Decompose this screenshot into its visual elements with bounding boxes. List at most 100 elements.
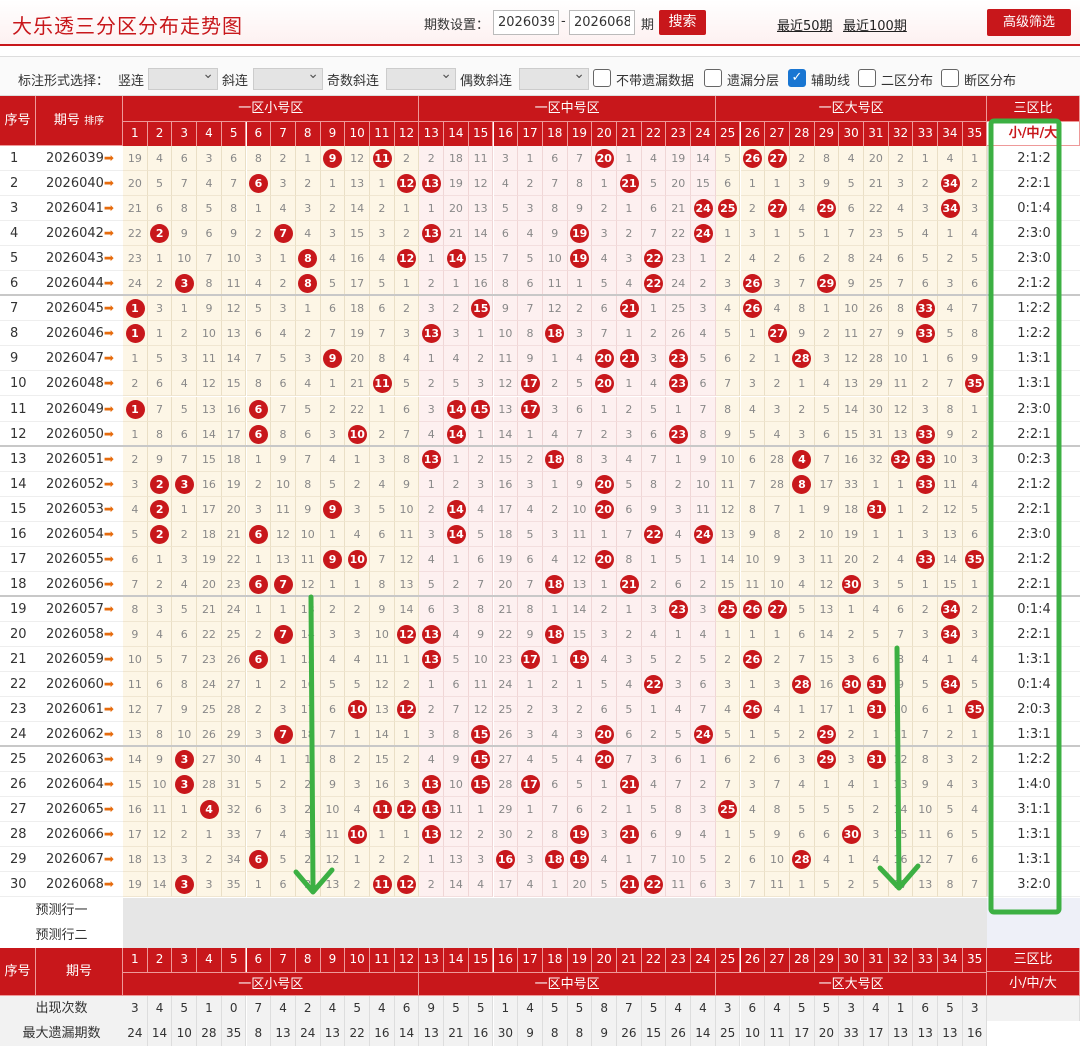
recent-50-link[interactable]: 最近50期: [777, 15, 833, 34]
period-number[interactable]: 2026049: [46, 402, 104, 417]
period-number[interactable]: 2026042: [46, 226, 104, 241]
missing-count-cell: 3: [172, 847, 198, 873]
odd-diagonal-select[interactable]: [386, 66, 456, 90]
row-period-link[interactable]: 2026054➡: [36, 521, 123, 547]
period-number[interactable]: 2026044: [46, 276, 104, 291]
period-number[interactable]: 2026063: [46, 752, 104, 767]
period-number[interactable]: 2026047: [46, 351, 104, 366]
row-period-link[interactable]: 2026050➡: [36, 421, 123, 447]
period-number[interactable]: 2026058: [46, 627, 104, 642]
advanced-filter-button[interactable]: 高级筛选: [987, 9, 1071, 36]
vertical-select[interactable]: [148, 66, 218, 90]
row-period-link[interactable]: 2026063➡: [36, 747, 123, 773]
period-number[interactable]: 2026046: [46, 326, 104, 341]
period-number[interactable]: 2026053: [46, 502, 104, 517]
missing-count-cell: 4: [765, 421, 790, 447]
row-period-link[interactable]: 2026055➡: [36, 546, 123, 572]
zone2-checkbox[interactable]: [858, 69, 876, 87]
row-period-link[interactable]: 2026046➡: [36, 321, 123, 347]
predict-area[interactable]: [123, 897, 987, 948]
row-period-link[interactable]: 2026049➡: [36, 396, 123, 422]
drawn-number-cell: 28: [789, 346, 815, 372]
drawn-number-cell: 20: [592, 471, 617, 497]
period-number[interactable]: 2026040: [46, 176, 104, 191]
period-number[interactable]: 2026056: [46, 577, 104, 592]
row-period-link[interactable]: 2026041➡: [36, 196, 123, 222]
period-number[interactable]: 2026061: [46, 702, 104, 717]
missing-count-cell: 16: [197, 471, 222, 497]
predict-row-2-label[interactable]: 预测行二: [0, 922, 123, 948]
search-button[interactable]: 搜索: [659, 10, 706, 35]
row-period-link[interactable]: 2026061➡: [36, 697, 123, 723]
diagonal-select[interactable]: [253, 66, 323, 90]
row-period-link[interactable]: 2026040➡: [36, 171, 123, 197]
row-period-link[interactable]: 2026042➡: [36, 221, 123, 247]
period-number[interactable]: 2026048: [46, 376, 104, 391]
period-number[interactable]: 2026045: [46, 301, 104, 316]
predict-row-1-label[interactable]: 预测行一: [0, 897, 123, 923]
row-period-link[interactable]: 2026039➡: [36, 146, 123, 172]
period-to-input[interactable]: [569, 10, 635, 35]
period-header[interactable]: 期号 排序: [36, 96, 123, 146]
row-period-link[interactable]: 2026044➡: [36, 271, 123, 297]
recent-100-link[interactable]: 最近100期: [843, 15, 907, 34]
period-number[interactable]: 2026041: [46, 201, 104, 216]
even-diagonal-select[interactable]: [519, 66, 589, 90]
row-period-link[interactable]: 2026065➡: [36, 797, 123, 823]
missing-count-cell: 1: [864, 471, 889, 497]
period-number[interactable]: 2026057: [46, 602, 104, 617]
drawn-ball: 18: [545, 324, 565, 344]
period-number[interactable]: 2026060: [46, 677, 104, 692]
sort-label[interactable]: 排序: [84, 116, 104, 127]
no-missing-checkbox[interactable]: [593, 69, 611, 87]
missing-count-cell: 5: [715, 321, 741, 347]
period-number[interactable]: 2026052: [46, 477, 104, 492]
period-number[interactable]: 2026054: [46, 527, 104, 542]
drawn-number-cell: 20: [592, 346, 617, 372]
drawn-ball: 3: [174, 875, 194, 895]
row-period-link[interactable]: 2026060➡: [36, 672, 123, 698]
period-number[interactable]: 2026039: [46, 151, 104, 166]
period-number[interactable]: 2026066: [46, 827, 104, 842]
row-period-link[interactable]: 2026062➡: [36, 722, 123, 748]
period-number[interactable]: 2026043: [46, 251, 104, 266]
row-period-link[interactable]: 2026064➡: [36, 772, 123, 798]
row-period-link[interactable]: 2026048➡: [36, 371, 123, 397]
period-number[interactable]: 2026059: [46, 652, 104, 667]
drawn-number-cell: 27: [765, 196, 790, 222]
drawn-number-cell: 9: [320, 496, 346, 522]
drawn-ball: 3: [174, 274, 194, 294]
row-period-link[interactable]: 2026045➡: [36, 296, 123, 322]
row-period-link[interactable]: 2026053➡: [36, 496, 123, 522]
period-number[interactable]: 2026067: [46, 852, 104, 867]
missing-count-cell: 6: [962, 271, 988, 297]
row-period-link[interactable]: 2026059➡: [36, 647, 123, 673]
missing-count-cell: 10: [938, 446, 963, 472]
period-number[interactable]: 2026062: [46, 727, 104, 742]
period-number[interactable]: 2026055: [46, 552, 104, 567]
missing-count-cell: 1: [765, 621, 790, 647]
row-period-link[interactable]: 2026052➡: [36, 471, 123, 497]
row-period-link[interactable]: 2026066➡: [36, 822, 123, 848]
missing-count-cell: 2: [641, 321, 667, 347]
row-period-link[interactable]: 2026056➡: [36, 571, 123, 597]
aux-line-checkbox[interactable]: ✓: [788, 69, 806, 87]
period-number[interactable]: 2026065: [46, 802, 104, 817]
row-period-link[interactable]: 2026067➡: [36, 847, 123, 873]
missing-layer-checkbox[interactable]: [704, 69, 722, 87]
row-period-link[interactable]: 2026051➡: [36, 446, 123, 472]
row-period-link[interactable]: 2026058➡: [36, 621, 123, 647]
period-number[interactable]: 2026064: [46, 777, 104, 792]
period-from-input[interactable]: [493, 10, 559, 35]
bottom-number-header-7: 7: [271, 947, 296, 972]
missing-count-cell: 4: [592, 847, 617, 873]
period-number[interactable]: 2026068: [46, 877, 104, 892]
period-number[interactable]: 2026051: [46, 452, 104, 467]
zone-ratio: 1:3:1: [987, 822, 1080, 848]
row-period-link[interactable]: 2026057➡: [36, 596, 123, 622]
row-period-link[interactable]: 2026047➡: [36, 346, 123, 372]
row-period-link[interactable]: 2026068➡: [36, 872, 123, 898]
period-number[interactable]: 2026050: [46, 427, 104, 442]
row-period-link[interactable]: 2026043➡: [36, 246, 123, 272]
break-zone-checkbox[interactable]: [941, 69, 959, 87]
